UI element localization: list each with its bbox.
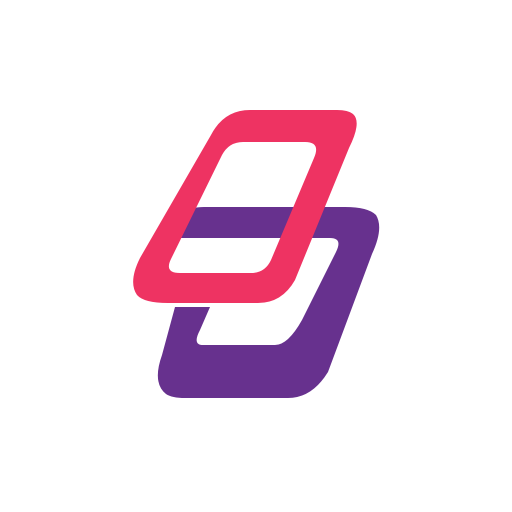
logo-mark — [133, 110, 380, 398]
app-icon-canvas — [0, 0, 512, 512]
front-parallelogram-shape — [133, 110, 357, 303]
